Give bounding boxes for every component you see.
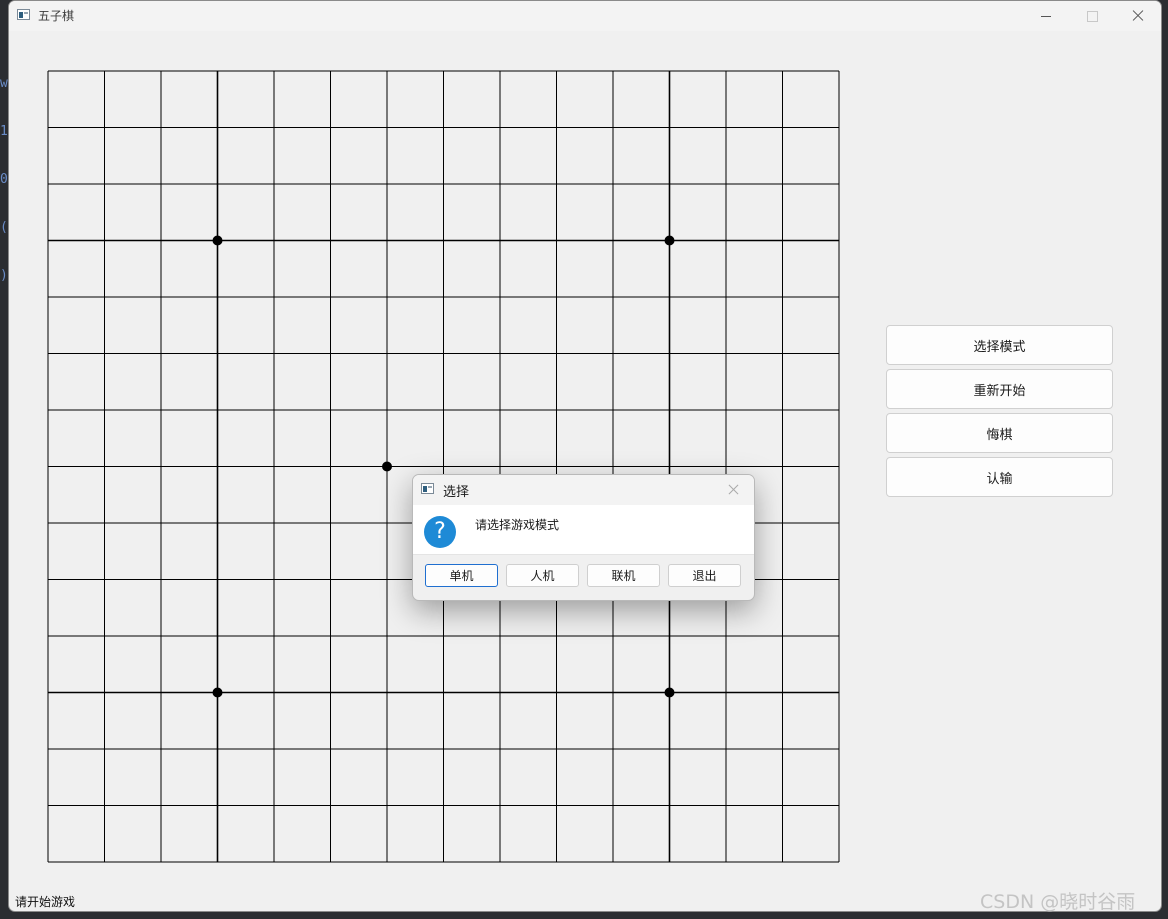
dialog-body: ? 请选择游戏模式 (413, 505, 754, 555)
minimize-button[interactable] (1023, 1, 1069, 31)
single-player-button[interactable]: 单机 (425, 564, 498, 587)
app-window-icon (17, 9, 30, 20)
dialog-message: 请选择游戏模式 (475, 518, 560, 532)
restart-button[interactable]: 重新开始 (886, 369, 1113, 409)
vs-computer-button[interactable]: 人机 (506, 564, 579, 587)
undo-move-button[interactable]: 悔棋 (886, 413, 1113, 453)
resign-button[interactable]: 认输 (886, 457, 1113, 497)
board-star-point (212, 235, 223, 246)
main-window: 五子棋 选择模式 重新开始 悔棋 认输 请开始游戏 (8, 0, 1162, 912)
board-star-point (382, 461, 392, 472)
dialog-title: 选择 (443, 485, 470, 500)
quit-button[interactable]: 退出 (668, 564, 741, 587)
board-star-point (664, 687, 675, 698)
maximize-button[interactable] (1069, 1, 1115, 31)
gomoku-board[interactable] (47, 70, 843, 866)
dialog-title-bar: 选择 (413, 475, 754, 505)
dialog-close-button[interactable] (726, 481, 742, 497)
dialog-window-icon (421, 483, 434, 494)
close-button[interactable] (1115, 1, 1161, 31)
online-button[interactable]: 联机 (587, 564, 660, 587)
question-icon: ? (424, 516, 456, 548)
mode-select-dialog: 选择 ? 请选择游戏模式 单机 人机 联机 退出 (412, 474, 755, 601)
board-star-point (664, 235, 675, 246)
window-title: 五子棋 (38, 9, 75, 23)
watermark: CSDN @晓时谷雨 (980, 891, 1136, 913)
status-bar-text: 请开始游戏 (15, 895, 76, 909)
select-mode-button[interactable]: 选择模式 (886, 325, 1113, 365)
title-bar: 五子棋 (9, 1, 1161, 31)
board-star-point (212, 687, 223, 698)
